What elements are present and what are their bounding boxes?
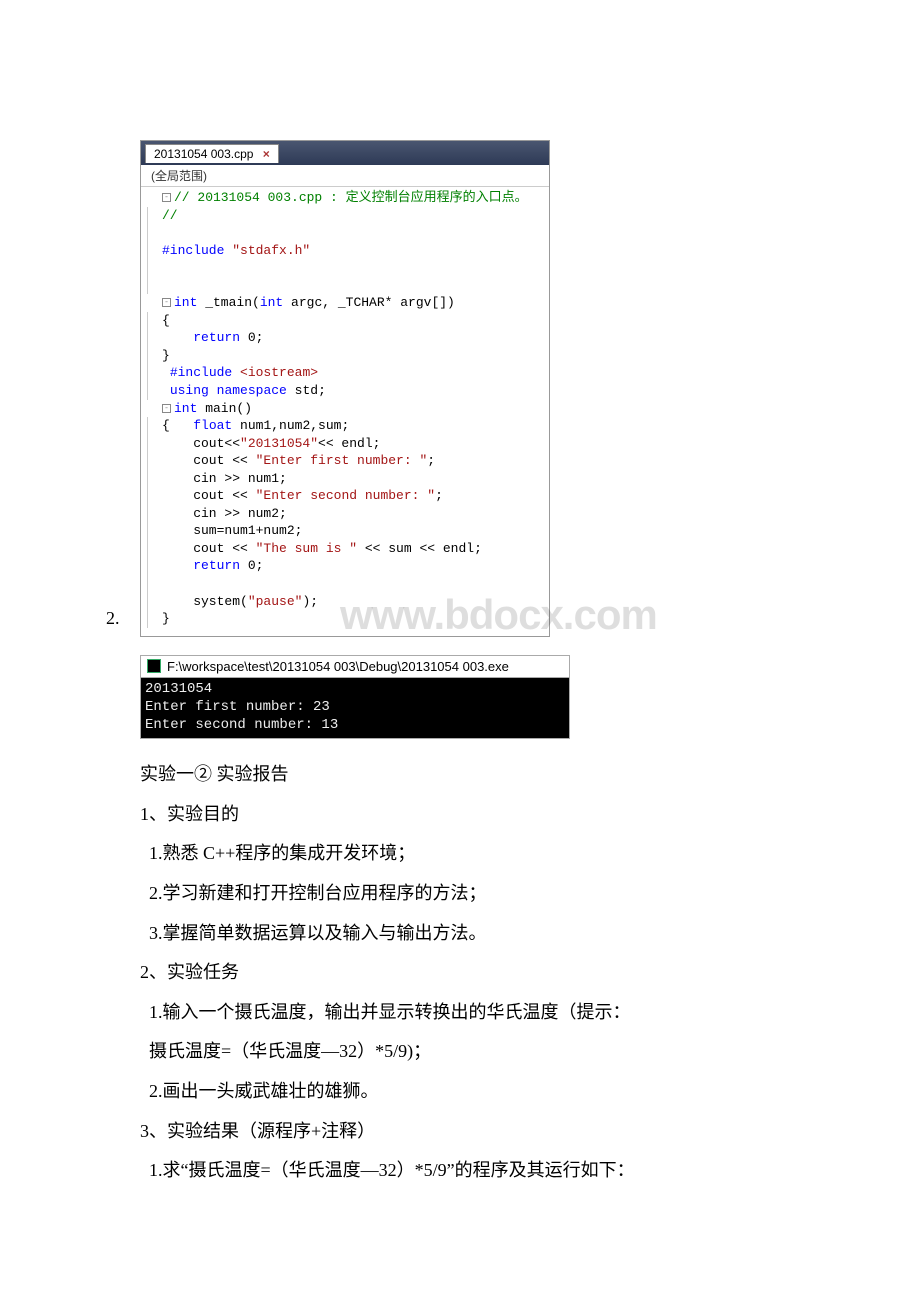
console-icon [147, 659, 161, 673]
paragraph: 3.掌握简单数据运算以及输入与输出方法。 [140, 914, 780, 954]
console-output: 20131054 Enter first number: 23 Enter se… [141, 678, 569, 739]
code-text: cin >> num1; [162, 471, 287, 486]
code-text [162, 330, 193, 345]
scope-label: (全局范围) [151, 169, 207, 183]
ide-editor-panel: 20131054 003.cpp × (全局范围) -// 20131054 0… [140, 140, 550, 637]
code-keyword: using [170, 383, 209, 398]
code-text: << sum << endl; [357, 541, 482, 556]
console-line: Enter second number: 13 [145, 717, 338, 733]
close-icon[interactable]: × [263, 147, 270, 161]
code-text [209, 383, 217, 398]
code-text [162, 383, 170, 398]
code-text: { [162, 313, 170, 328]
tab-label: 20131054 003.cpp [154, 147, 253, 161]
code-text: } [162, 348, 170, 363]
code-string: "Enter first number: " [256, 453, 428, 468]
code-comment: // [162, 208, 178, 223]
code-string: "20131054" [240, 436, 318, 451]
console-window: F:\workspace\test\20131054 003\Debug\201… [140, 655, 570, 740]
scope-dropdown[interactable]: (全局范围) [141, 165, 549, 187]
code-text [162, 365, 170, 380]
code-text: cin >> num2; [162, 506, 287, 521]
code-keyword: return [193, 330, 240, 345]
fold-icon[interactable]: - [162, 193, 171, 202]
section-heading: 1、实验目的 [140, 795, 780, 835]
code-text [162, 558, 193, 573]
fold-icon[interactable]: - [162, 404, 171, 413]
code-text: cout << [162, 453, 256, 468]
console-line: Enter first number: 23 [145, 699, 330, 715]
document-body: 实验一② 实验报告 1、实验目的 1.熟悉 C++程序的集成开发环境； 2.学习… [140, 755, 780, 1191]
code-keyword: namespace [217, 383, 287, 398]
code-text: system( [162, 594, 248, 609]
code-text: } [162, 611, 170, 626]
console-line: 20131054 [145, 681, 212, 697]
code-string: "The sum is " [256, 541, 357, 556]
file-tab[interactable]: 20131054 003.cpp × [145, 144, 279, 163]
code-keyword: int [174, 401, 197, 416]
code-text: ; [435, 488, 443, 503]
code-text: sum=num1+num2; [162, 523, 302, 538]
code-text: num1,num2,sum; [232, 418, 349, 433]
code-text: 0; [240, 558, 263, 573]
code-text: << endl; [318, 436, 380, 451]
tab-bar: 20131054 003.cpp × [141, 141, 549, 165]
code-text: std; [287, 383, 326, 398]
list-number: 2. [106, 608, 120, 629]
code-text: { [162, 418, 193, 433]
code-keyword: int [174, 295, 197, 310]
fold-icon[interactable]: - [162, 298, 171, 307]
paragraph: 1.求“摄氏温度=（华氏温度—32）*5/9”的程序及其运行如下： [140, 1151, 780, 1191]
code-text: cout << [162, 541, 256, 556]
console-titlebar: F:\workspace\test\20131054 003\Debug\201… [141, 656, 569, 678]
code-text: _tmain( [197, 295, 259, 310]
code-keyword: int [260, 295, 283, 310]
code-string: "stdafx.h" [232, 243, 310, 258]
code-text: 0; [240, 330, 263, 345]
code-text: cout<< [162, 436, 240, 451]
code-string: "pause" [248, 594, 303, 609]
paragraph: 1.熟悉 C++程序的集成开发环境； [140, 834, 780, 874]
code-text: ; [427, 453, 435, 468]
heading-experiment: 实验一② 实验报告 [140, 755, 780, 795]
code-keyword: float [193, 418, 232, 433]
paragraph: 2.画出一头威武雄壮的雄狮。 [140, 1072, 780, 1112]
code-string: <iostream> [240, 365, 318, 380]
section-heading: 3、实验结果（源程序+注释） [140, 1112, 780, 1152]
section-heading: 2、实验任务 [140, 953, 780, 993]
code-text: argc, _TCHAR* argv[]) [283, 295, 455, 310]
code-text: ); [302, 594, 318, 609]
code-text: main() [197, 401, 252, 416]
paragraph: 1.输入一个摄氏温度，输出并显示转换出的华氏温度（提示： [140, 993, 780, 1033]
code-string: "Enter second number: " [256, 488, 435, 503]
code-keyword: return [193, 558, 240, 573]
code-editor[interactable]: -// 20131054 003.cpp : 定义控制台应用程序的入口点。// … [141, 187, 549, 636]
code-comment: 定义控制台应用程序的入口点。 [346, 190, 528, 205]
code-comment: // 20131054 003.cpp : [174, 190, 346, 205]
code-text: cout << [162, 488, 256, 503]
paragraph: 2.学习新建和打开控制台应用程序的方法； [140, 874, 780, 914]
code-keyword: #include [162, 243, 232, 258]
code-keyword: #include [170, 365, 240, 380]
console-title-text: F:\workspace\test\20131054 003\Debug\201… [167, 659, 509, 674]
paragraph: 摄氏温度=（华氏温度—32）*5/9)； [140, 1032, 780, 1072]
